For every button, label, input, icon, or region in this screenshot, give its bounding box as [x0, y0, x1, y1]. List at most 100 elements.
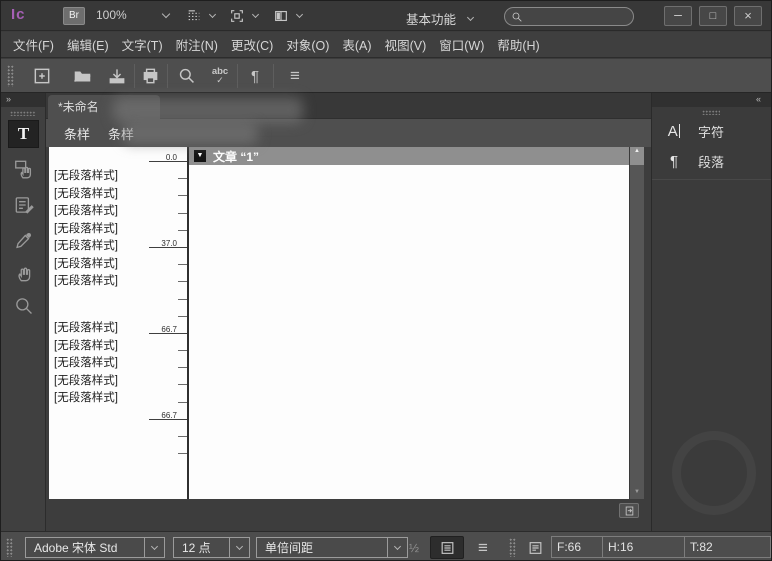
toolbar-menu-button[interactable]: ≡	[282, 63, 308, 89]
save-icon	[107, 66, 127, 86]
screen-mode-dropdown[interactable]	[228, 7, 258, 25]
toolbar-separator	[167, 64, 168, 88]
ruler-tick-line	[178, 230, 187, 231]
right-panel: « A 字符 ¶ 段落	[651, 93, 772, 531]
search-icon	[511, 11, 523, 23]
collapse-story-icon[interactable]: ▼	[194, 150, 206, 162]
galley-text-area[interactable]: ▼ 文章 “1”	[189, 147, 629, 499]
menu-bar: 文件(F) 编辑(E) 文字(T) 附注(N) 更改(C) 对象(O) 表(A) 视图(V) 窗…	[1, 32, 772, 58]
toolbar-grip[interactable]	[7, 65, 14, 87]
minimize-button[interactable]: –	[664, 6, 692, 26]
menu-item[interactable]: 附注(N)	[176, 35, 218, 54]
menu-item[interactable]: 更改(C)	[231, 35, 273, 54]
depth-ruler: 0.0	[145, 157, 187, 466]
panel-item-paragraph[interactable]: ¶ 段落	[652, 147, 772, 175]
ruler-tick-line	[178, 213, 187, 214]
toolbar-separator	[134, 64, 135, 88]
scroll-down-icon[interactable]: ▼	[630, 485, 644, 499]
hidden-characters-button[interactable]: ¶	[242, 63, 268, 89]
search-box[interactable]	[504, 7, 634, 26]
expand-panel-icon[interactable]: »	[6, 94, 10, 104]
hand-icon	[13, 262, 35, 284]
vertical-scrollbar[interactable]: ▲ ▼	[629, 147, 644, 499]
hand-tool[interactable]	[8, 259, 39, 287]
line-numbers-icon: ½	[409, 541, 419, 555]
galley-content: [无段落样式][无段落样式][无段落样式][无段落样式][无段落样式][无段落样…	[49, 147, 644, 499]
ruler-tick	[145, 209, 187, 226]
ruler-tick-line	[178, 281, 187, 282]
tools-panel-grip[interactable]	[10, 111, 36, 116]
galley-info-toggle[interactable]	[430, 536, 464, 559]
copyfit-grip[interactable]	[509, 538, 516, 557]
smudge-artifact	[123, 123, 258, 145]
copyfit-info-button[interactable]	[522, 537, 548, 558]
copyfit-stats: F:66 H:16 T:82	[551, 536, 771, 558]
font-size-value: 12 点	[174, 539, 229, 556]
ruler-tick-line	[178, 367, 187, 368]
menu-item[interactable]: 视图(V)	[385, 35, 427, 54]
status-bar-grip[interactable]	[6, 538, 13, 557]
menu-item[interactable]: 文字(T)	[122, 35, 163, 54]
ruler-tick	[145, 295, 187, 312]
eyedropper-icon	[13, 229, 35, 251]
ruler-tick-line	[178, 264, 187, 265]
leading-dropdown[interactable]: 单倍间距	[256, 537, 408, 558]
zoom-tool[interactable]	[8, 292, 39, 320]
open-document-button[interactable]	[69, 63, 95, 89]
status-menu-button[interactable]: ≡	[471, 537, 495, 558]
menu-item[interactable]: 表(A)	[342, 35, 371, 54]
print-button[interactable]	[137, 63, 163, 89]
menu-item[interactable]: 窗口(W)	[439, 35, 484, 54]
character-icon: A	[665, 123, 683, 140]
ruler-tick: 66.7	[145, 329, 187, 346]
view-options-dropdown[interactable]	[185, 7, 215, 25]
page-icon	[623, 505, 636, 517]
menu-item[interactable]: 对象(O)	[286, 35, 329, 54]
zoom-level-dropdown[interactable]: 100%	[96, 8, 169, 22]
view-options-icon	[185, 8, 203, 24]
arrange-documents-dropdown[interactable]	[272, 7, 302, 25]
menu-item[interactable]: 编辑(E)	[67, 35, 109, 54]
chevron-down-icon	[209, 11, 216, 18]
ruler-tick	[145, 363, 187, 380]
note-tool[interactable]	[8, 191, 39, 219]
maximize-button[interactable]: □	[699, 6, 727, 26]
toolbar: abc ✓ ¶ ≡	[1, 59, 772, 93]
right-panel-grip[interactable]	[702, 110, 720, 115]
menu-item[interactable]: 文件(F)	[13, 35, 54, 54]
font-size-dropdown[interactable]: 12 点	[173, 537, 250, 558]
incopy-window: Ic Br 100% 基本功能	[0, 0, 772, 561]
ruler-tick	[145, 380, 187, 397]
chevron-down-icon	[252, 11, 259, 18]
menu-item[interactable]: 帮助(H)	[497, 35, 539, 54]
panel-item-character[interactable]: A 字符	[652, 117, 772, 145]
ruler-tick	[145, 449, 187, 466]
bridge-button[interactable]: Br	[63, 7, 85, 25]
font-family-dropdown[interactable]: Adobe 宋体 Std	[25, 537, 165, 558]
collapse-panel-icon[interactable]: «	[756, 94, 761, 104]
ruler-tick-line	[178, 195, 187, 196]
find-button[interactable]	[174, 63, 200, 89]
line-numbers-button[interactable]: ½	[405, 539, 423, 557]
toolbar-separator	[273, 64, 274, 88]
workspace-switcher[interactable]: 基本功能	[406, 9, 473, 28]
position-tool[interactable]	[8, 155, 39, 183]
spell-check-button[interactable]: abc ✓	[207, 63, 233, 89]
tab-galley[interactable]: 条样	[64, 124, 90, 143]
panel-divider	[652, 179, 772, 180]
new-document-button[interactable]	[29, 63, 55, 89]
search-input[interactable]	[527, 11, 623, 23]
tools-panel: » T	[1, 93, 46, 531]
scroll-up-icon[interactable]: ▲	[630, 147, 644, 165]
story-header: ▼ 文章 “1”	[189, 147, 629, 165]
eyedropper-tool[interactable]	[8, 226, 39, 254]
save-button[interactable]	[104, 63, 130, 89]
titlebar: Ic Br 100% 基本功能	[1, 1, 772, 31]
zoom-level-value: 100%	[96, 8, 127, 22]
panel-item-label: 字符	[698, 122, 724, 141]
screen-mode-icon	[228, 8, 246, 24]
close-button[interactable]: ×	[734, 6, 762, 26]
type-tool[interactable]: T	[8, 120, 39, 148]
page-view-button[interactable]	[619, 503, 639, 518]
new-document-icon	[32, 66, 52, 86]
